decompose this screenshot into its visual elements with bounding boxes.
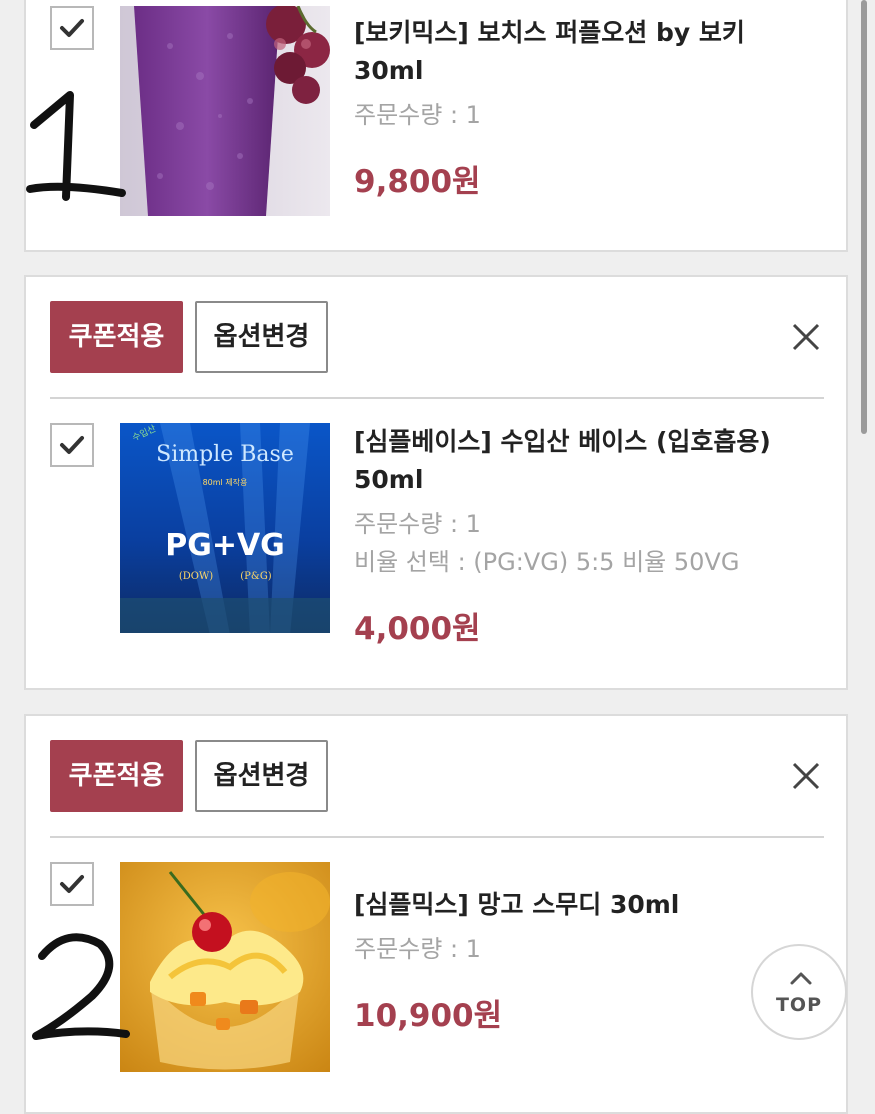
- product-title-line2[interactable]: 30ml: [354, 52, 818, 90]
- cart-item-card-2: 쿠폰적용 옵션변경 Simple Base 80ml 제작용 수입산 PG+VG…: [24, 275, 848, 690]
- close-icon[interactable]: [788, 319, 824, 355]
- scroll-top-button[interactable]: TOP: [751, 944, 847, 1040]
- item-checkbox-1[interactable]: [50, 6, 94, 50]
- handwritten-number-1: [26, 91, 126, 201]
- check-icon: [60, 19, 84, 37]
- image-left-text: (DOW): [179, 571, 213, 582]
- product-title-line1[interactable]: [보키믹스] 보치스 퍼플오션 by 보키: [354, 14, 818, 52]
- product-title-line1[interactable]: [심플믹스] 망고 스무디 30ml: [354, 886, 818, 924]
- item-info-3: [심플믹스] 망고 스무디 30ml 주문수량 : 1 10,900원: [354, 886, 818, 1036]
- quantity-text: 주문수량 : 1: [354, 510, 481, 538]
- option-change-button[interactable]: 옵션변경: [195, 301, 328, 373]
- close-icon[interactable]: [788, 758, 824, 794]
- image-brand-text: Simple Base: [156, 442, 294, 467]
- card-action-bar: 쿠폰적용 옵션변경: [50, 740, 824, 812]
- cart-item-card-3: 쿠폰적용 옵션변경 [심플믹스] 망고 스무디 30ml 주문수량: 1 10…: [24, 714, 848, 1114]
- image-main-text: PG+VG: [165, 528, 285, 563]
- item-checkbox-3[interactable]: [50, 862, 94, 906]
- coupon-apply-button[interactable]: 쿠폰적용: [50, 301, 183, 373]
- handwritten-number-2: [32, 933, 130, 1040]
- option-change-button[interactable]: 옵션변경: [195, 740, 328, 812]
- divider: [50, 836, 824, 838]
- image-right-text: (P&G): [240, 571, 272, 582]
- card-action-bar: 쿠폰적용 옵션변경: [50, 301, 824, 373]
- price-text: 10,900원: [354, 998, 503, 1034]
- item-info-2: [심플베이스] 수입산 베이스 (입호흡용) 50ml 주문수량 : 1 비율 …: [354, 423, 818, 649]
- cart-item-card-1: [보키믹스] 보치스 퍼플오션 by 보키 30ml 주문수량 : 1 9,80…: [24, 0, 848, 252]
- product-image-mango-smoothie[interactable]: [120, 862, 330, 1072]
- product-title-line2[interactable]: 50ml: [354, 461, 818, 499]
- item-checkbox-2[interactable]: [50, 423, 94, 467]
- check-icon: [60, 436, 84, 454]
- chevron-up-icon: [790, 972, 812, 985]
- divider: [50, 397, 824, 399]
- coupon-apply-button[interactable]: 쿠폰적용: [50, 740, 183, 812]
- image-sub-text: 80ml 제작용: [203, 477, 248, 487]
- quantity-text: 주문수량 : 1: [354, 935, 481, 963]
- quantity-text: 주문수량 : 1: [354, 101, 481, 129]
- product-title-line1[interactable]: [심플베이스] 수입산 베이스 (입호흡용): [354, 423, 818, 461]
- price-text: 4,000원: [354, 611, 481, 647]
- check-icon: [60, 875, 84, 893]
- product-image-simple-base[interactable]: Simple Base 80ml 제작용 수입산 PG+VG (DOW) (P&…: [120, 423, 330, 633]
- item-info-1: [보키믹스] 보치스 퍼플오션 by 보키 30ml 주문수량 : 1 9,80…: [354, 14, 818, 202]
- top-button-label: TOP: [775, 994, 823, 1016]
- price-text: 9,800원: [354, 164, 481, 200]
- product-image-purple-ocean[interactable]: [120, 6, 330, 216]
- option-text: 비율 선택 : (PG:VG) 5:5 비율 50VG: [354, 548, 740, 576]
- page-scrollbar[interactable]: [861, 0, 867, 434]
